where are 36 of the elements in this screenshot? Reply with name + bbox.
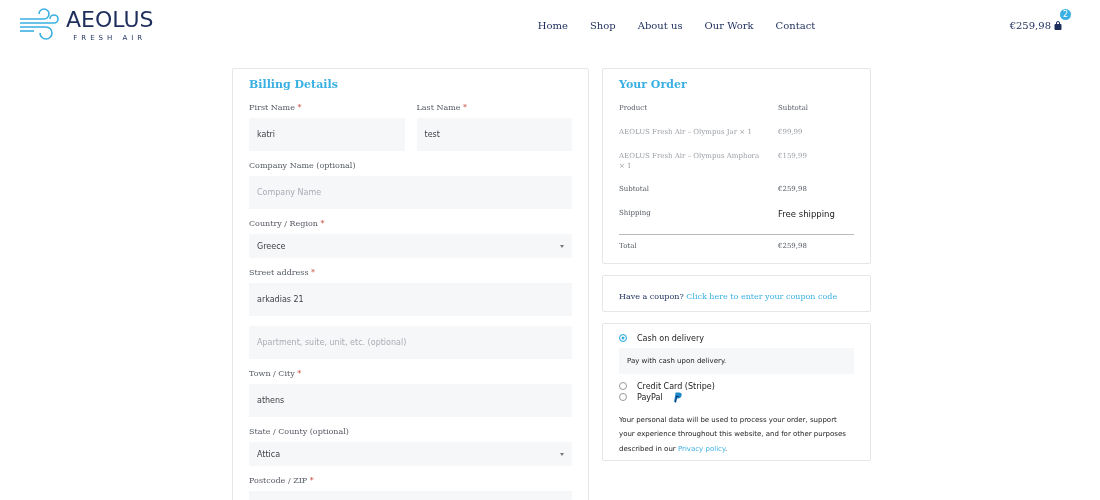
shopping-bag-icon[interactable]: [1054, 20, 1062, 30]
order-title: Your Order: [619, 78, 688, 91]
field-label: State / County (optional): [249, 427, 350, 436]
radio-button[interactable]: [619, 382, 627, 391]
select-field[interactable]: Greece: [249, 234, 572, 258]
caret-icon: [560, 244, 564, 248]
caret-icon: [560, 452, 564, 456]
select-field[interactable]: Attica: [249, 442, 572, 466]
field-label: Town / City *: [249, 369, 303, 378]
wind-icon: [18, 8, 62, 42]
nav-link[interactable]: Our Work: [704, 19, 754, 31]
nav-link[interactable]: About us: [637, 19, 683, 31]
field-label: Last Name *: [416, 103, 469, 112]
payment-method-label[interactable]: PayPal: [637, 393, 663, 402]
field-label: Country / Region *: [249, 219, 326, 228]
input-field[interactable]: katri: [249, 118, 405, 151]
nav-link[interactable]: Home: [537, 19, 568, 31]
paypal-icon: [672, 392, 682, 403]
billing-title: Billing Details: [249, 78, 339, 91]
field-label: First Name *: [249, 103, 303, 112]
payment-method-label[interactable]: Credit Card (Stripe): [637, 382, 715, 391]
logo-name: AEOLUS: [66, 8, 154, 31]
cart-count-badge: 2: [1060, 8, 1071, 20]
nav-link[interactable]: Shop: [589, 19, 616, 31]
coupon-text: Have a coupon? Click here to enter your coupon code: [619, 292, 838, 301]
field-label: Street address *: [249, 268, 317, 277]
field-label: Company Name (optional): [249, 161, 357, 170]
input-field[interactable]: test: [416, 118, 572, 151]
input-field[interactable]: athens: [249, 384, 572, 417]
payment-method-label[interactable]: Cash on delivery: [637, 334, 704, 343]
radio-button[interactable]: [619, 393, 627, 402]
input-field[interactable]: arkadias 21: [249, 283, 572, 316]
shipping-value: Free shipping: [778, 207, 836, 221]
cart-total[interactable]: €259,98: [1009, 19, 1051, 31]
field-label: Postcode / ZIP *: [249, 476, 315, 485]
nav-link[interactable]: Contact: [775, 19, 816, 31]
